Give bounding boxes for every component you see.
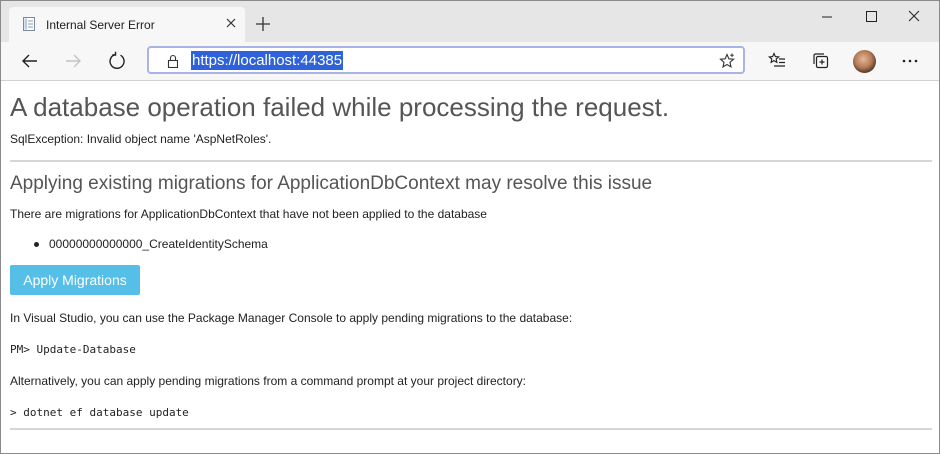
minimize-icon[interactable] bbox=[807, 7, 847, 27]
profile-avatar[interactable] bbox=[853, 50, 876, 73]
migrations-text: There are migrations for ApplicationDbCo… bbox=[10, 207, 487, 221]
close-icon[interactable] bbox=[894, 7, 934, 27]
maximize-icon[interactable] bbox=[851, 7, 891, 27]
page-title: A database operation failed while proces… bbox=[10, 92, 670, 122]
refresh-icon[interactable] bbox=[106, 50, 128, 72]
pm-command: PM> Update-Database bbox=[10, 343, 136, 356]
tab-title: Internal Server Error bbox=[46, 18, 155, 32]
tab-strip: Internal Server Error bbox=[1, 1, 939, 42]
back-arrow-icon[interactable] bbox=[19, 50, 41, 72]
favorites-list-icon[interactable] bbox=[766, 50, 788, 72]
collections-icon[interactable] bbox=[810, 50, 832, 72]
url-text[interactable]: https://localhost:44385 bbox=[191, 51, 344, 70]
bullet-icon bbox=[34, 242, 39, 247]
lock-icon[interactable] bbox=[166, 54, 180, 68]
apply-migrations-button[interactable]: Apply Migrations bbox=[10, 265, 140, 295]
star-icon[interactable] bbox=[719, 53, 735, 69]
migrations-heading: Applying existing migrations for Applica… bbox=[10, 173, 653, 194]
divider bbox=[10, 428, 932, 430]
address-bar[interactable]: https://localhost:44385 bbox=[147, 46, 745, 74]
cli-text: Alternatively, you can apply pending mig… bbox=[10, 374, 527, 388]
more-icon[interactable] bbox=[899, 50, 921, 72]
tab-internal-server-error[interactable]: Internal Server Error bbox=[9, 7, 245, 42]
browser-window: Internal Server Error https://localhost:… bbox=[0, 0, 940, 454]
plus-icon[interactable] bbox=[255, 16, 271, 32]
close-tab-icon[interactable] bbox=[223, 15, 239, 31]
forward-arrow-icon[interactable] bbox=[62, 50, 84, 72]
divider bbox=[10, 160, 932, 162]
browser-toolbar: https://localhost:44385 bbox=[1, 42, 939, 81]
exception-message: SqlException: Invalid object name 'AspNe… bbox=[10, 132, 272, 146]
list-item: 00000000000000_CreateIdentitySchema bbox=[49, 237, 268, 251]
cli-command: > dotnet ef database update bbox=[10, 406, 189, 419]
page-icon bbox=[23, 17, 35, 31]
visual-studio-text: In Visual Studio, you can use the Packag… bbox=[10, 311, 573, 325]
